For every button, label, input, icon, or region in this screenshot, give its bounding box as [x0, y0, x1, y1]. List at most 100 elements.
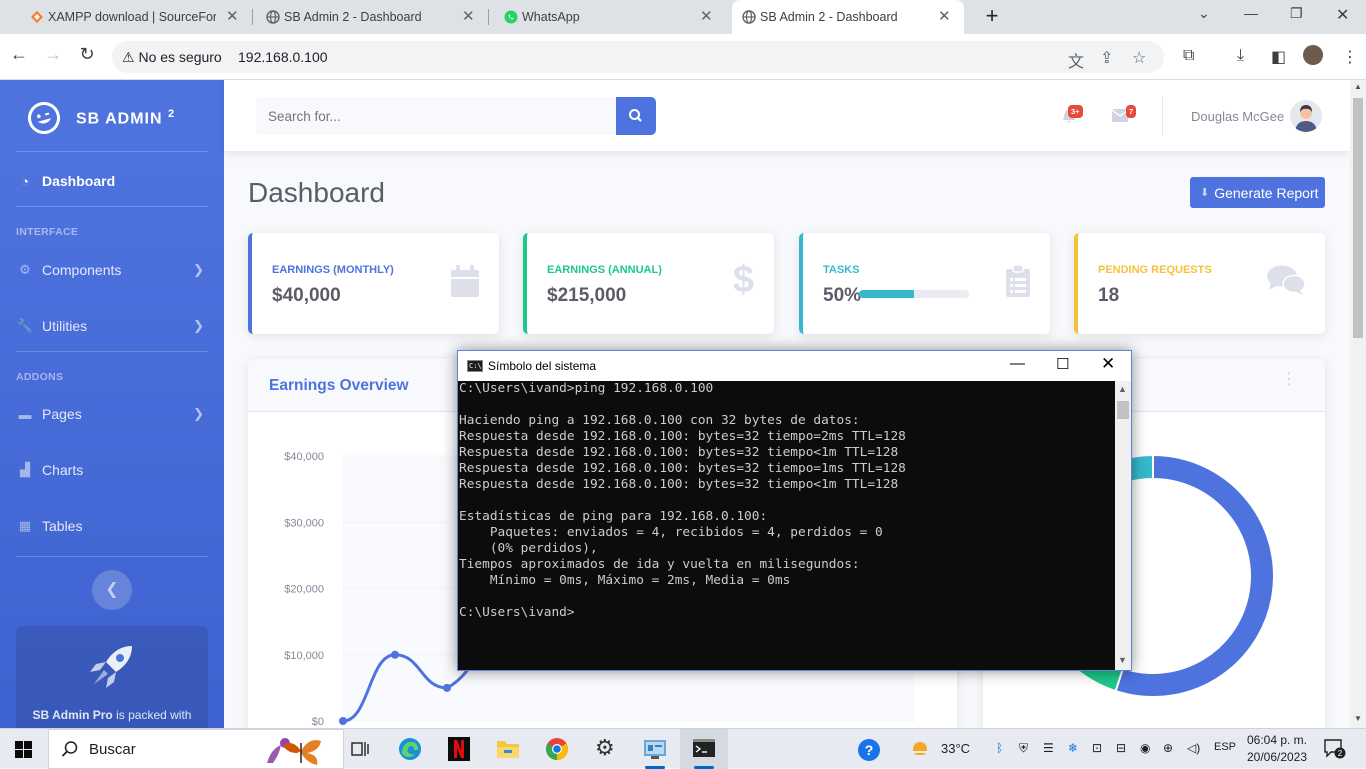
tab-sb-admin[interactable]: SB Admin 2 - Dashboard ✕ — [256, 0, 484, 34]
task-view-button[interactable] — [336, 729, 384, 769]
network-globe-icon[interactable]: ⊕ — [1163, 741, 1173, 755]
system-clock[interactable]: 06:04 p. m. 20/06/2023 — [1244, 732, 1310, 766]
device-icon[interactable]: ⊟ — [1116, 741, 1126, 755]
cmd-console[interactable]: C:\Users\ivand>ping 192.168.0.100 Hacien… — [458, 381, 1115, 670]
card-value: $40,000 — [272, 285, 341, 306]
globe-icon — [266, 10, 280, 24]
tab-title: SB Admin 2 - Dashboard — [284, 10, 422, 24]
share-icon[interactable]: ⇪ — [1100, 48, 1113, 68]
address-bar[interactable]: ⚠ No es seguro 192.168.0.100 文 ⇪ ☆ — [112, 41, 1164, 73]
taskbar-app-explorer[interactable] — [484, 729, 532, 769]
windows-start-icon[interactable] — [15, 741, 32, 758]
bluetooth-icon[interactable]: ᛒ — [996, 741, 1003, 755]
scroll-down-icon[interactable]: ▼ — [1354, 714, 1362, 723]
temperature[interactable]: 33°C — [941, 741, 970, 756]
notes-icon[interactable]: ☰ — [1043, 741, 1054, 755]
new-tab-button[interactable]: + — [978, 4, 1006, 30]
doughnut-slice[interactable] — [1114, 453, 1275, 698]
tab-separator — [488, 9, 489, 25]
minimize-icon[interactable]: — — [1244, 5, 1258, 21]
restore-icon[interactable]: ❐ — [1290, 5, 1303, 22]
generate-report-button[interactable]: ⬇ Generate Report — [1190, 177, 1325, 208]
search-input[interactable] — [256, 97, 616, 135]
scroll-up-icon[interactable]: ▲ — [1118, 384, 1127, 394]
bookmark-star-icon[interactable]: ☆ — [1132, 48, 1146, 68]
download-icon[interactable]: ⤓ — [1237, 47, 1244, 65]
snowflake-icon[interactable]: ❄ — [1068, 741, 1078, 755]
search-icon — [61, 741, 78, 757]
tab-xampp[interactable]: XAMPP download | SourceForge ✕ — [20, 0, 248, 34]
search-button[interactable] — [616, 97, 656, 135]
sidebar-brand[interactable]: SB ADMIN 2 — [24, 98, 175, 138]
maximize-icon[interactable]: ☐ — [1056, 355, 1069, 373]
sidebar-toggle-button[interactable]: ❮ — [92, 570, 132, 610]
sidebar-item-utilities[interactable]: 🔧 Utilities ❯ — [16, 314, 208, 338]
cmd-scrollbar[interactable]: ▲ ▼ — [1115, 381, 1131, 670]
sidebar-item-tables[interactable]: ▦ Tables — [16, 514, 208, 538]
close-window-icon[interactable]: ✕ — [1336, 5, 1349, 25]
scrollbar-thumb[interactable] — [1117, 401, 1129, 419]
earnings-annual-card: EARNINGS (ANNUAL) $215,000 $ — [523, 233, 774, 334]
forward-icon[interactable]: → — [42, 44, 64, 68]
data-point[interactable] — [339, 717, 347, 725]
user-name[interactable]: Douglas McGee — [1191, 109, 1284, 124]
avatar[interactable] — [1290, 100, 1322, 132]
url-text[interactable]: 192.168.0.100 — [238, 49, 328, 65]
data-point[interactable] — [391, 650, 399, 659]
close-icon[interactable]: ✕ — [700, 8, 713, 26]
back-icon[interactable]: ← — [8, 44, 30, 68]
windows-taskbar: Buscar ⚙ ? 33°C ᛒ ⛨ ☰ ❄ ⊡ ⊟ ◉ ⊕ ◁) ESP 0… — [0, 728, 1366, 769]
camera-icon[interactable]: ⊡ — [1092, 741, 1102, 755]
menu-icon[interactable]: ⋮ — [1342, 47, 1358, 67]
close-icon[interactable]: ✕ — [226, 8, 239, 26]
scroll-up-icon[interactable]: ▲ — [1354, 82, 1362, 91]
scrollbar-thumb[interactable] — [1353, 98, 1363, 338]
topbar-divider — [1162, 96, 1163, 136]
folder-icon: ▬ — [18, 406, 32, 422]
taskbar-app-settings[interactable]: ⚙ — [582, 729, 630, 769]
command-prompt-window[interactable]: C:\ Símbolo del sistema — ☐ ✕ C:\Users\i… — [457, 350, 1132, 671]
help-icon[interactable]: ? — [857, 738, 881, 762]
extensions-icon[interactable]: ⧉ — [1183, 47, 1194, 65]
close-icon[interactable]: ✕ — [1101, 354, 1115, 374]
taskbar-app-netflix[interactable] — [435, 729, 483, 769]
sidebar-item-pages[interactable]: ▬ Pages ❯ — [16, 402, 208, 426]
close-icon[interactable]: ✕ — [462, 8, 475, 26]
security-indicator[interactable]: ⚠ No es seguro — [122, 49, 222, 66]
download-icon: ⬇ — [1200, 187, 1210, 199]
taskbar-app-cmd[interactable] — [680, 729, 728, 769]
tab-search-chevron-icon[interactable]: ⌄ — [1198, 5, 1210, 22]
profile-avatar[interactable] — [1303, 45, 1323, 65]
cog-icon: ⚙ — [19, 262, 31, 277]
data-point[interactable] — [443, 683, 451, 692]
reload-icon[interactable]: ↻ — [76, 44, 98, 68]
globe-icon — [742, 10, 756, 24]
taskbar-app-control-panel[interactable] — [631, 729, 679, 769]
topbar: 3+ 7 Douglas McGee — [224, 80, 1350, 151]
tab-whatsapp[interactable]: WhatsApp ✕ — [494, 0, 722, 34]
volume-icon[interactable]: ◁) — [1187, 741, 1200, 755]
microphone-icon[interactable]: ◉ — [1140, 741, 1150, 755]
alerts-badge: 3+ — [1068, 105, 1083, 118]
weather-sun-icon[interactable] — [910, 739, 934, 761]
sidebar-promo-card: SB Admin Pro is packed with premium feat… — [16, 626, 208, 728]
sidebar-item-charts[interactable]: ▟ Charts — [16, 458, 208, 482]
cmd-title-bar[interactable]: C:\ Símbolo del sistema — ☐ ✕ — [458, 351, 1131, 381]
tab-sb-admin-active[interactable]: SB Admin 2 - Dashboard ✕ — [732, 0, 964, 34]
translate-icon[interactable]: 文 — [1068, 48, 1084, 72]
sidebar-item-dashboard[interactable]: ◔ Dashboard — [16, 169, 208, 193]
sidebar-item-components[interactable]: ⚙ Components ❯ — [16, 258, 208, 282]
taskbar-app-edge[interactable] — [386, 729, 434, 769]
taskbar-app-chrome[interactable] — [533, 729, 581, 769]
page-scrollbar[interactable]: ▲ ▼ — [1350, 80, 1366, 728]
scroll-down-icon[interactable]: ▼ — [1118, 655, 1127, 665]
security-shield-icon[interactable]: ⛨ — [1019, 741, 1028, 756]
notification-center-icon[interactable]: 2 — [1324, 739, 1346, 759]
close-icon[interactable]: ✕ — [938, 8, 951, 26]
taskbar-search-box[interactable]: Buscar — [48, 729, 344, 769]
side-panel-icon[interactable]: ◧ — [1271, 47, 1286, 67]
card-label: PENDING REQUESTS — [1098, 264, 1212, 276]
language-indicator[interactable]: ESP — [1214, 741, 1236, 753]
more-vertical-icon[interactable]: ⋮ — [1281, 372, 1297, 388]
minimize-icon[interactable]: — — [1010, 355, 1025, 372]
